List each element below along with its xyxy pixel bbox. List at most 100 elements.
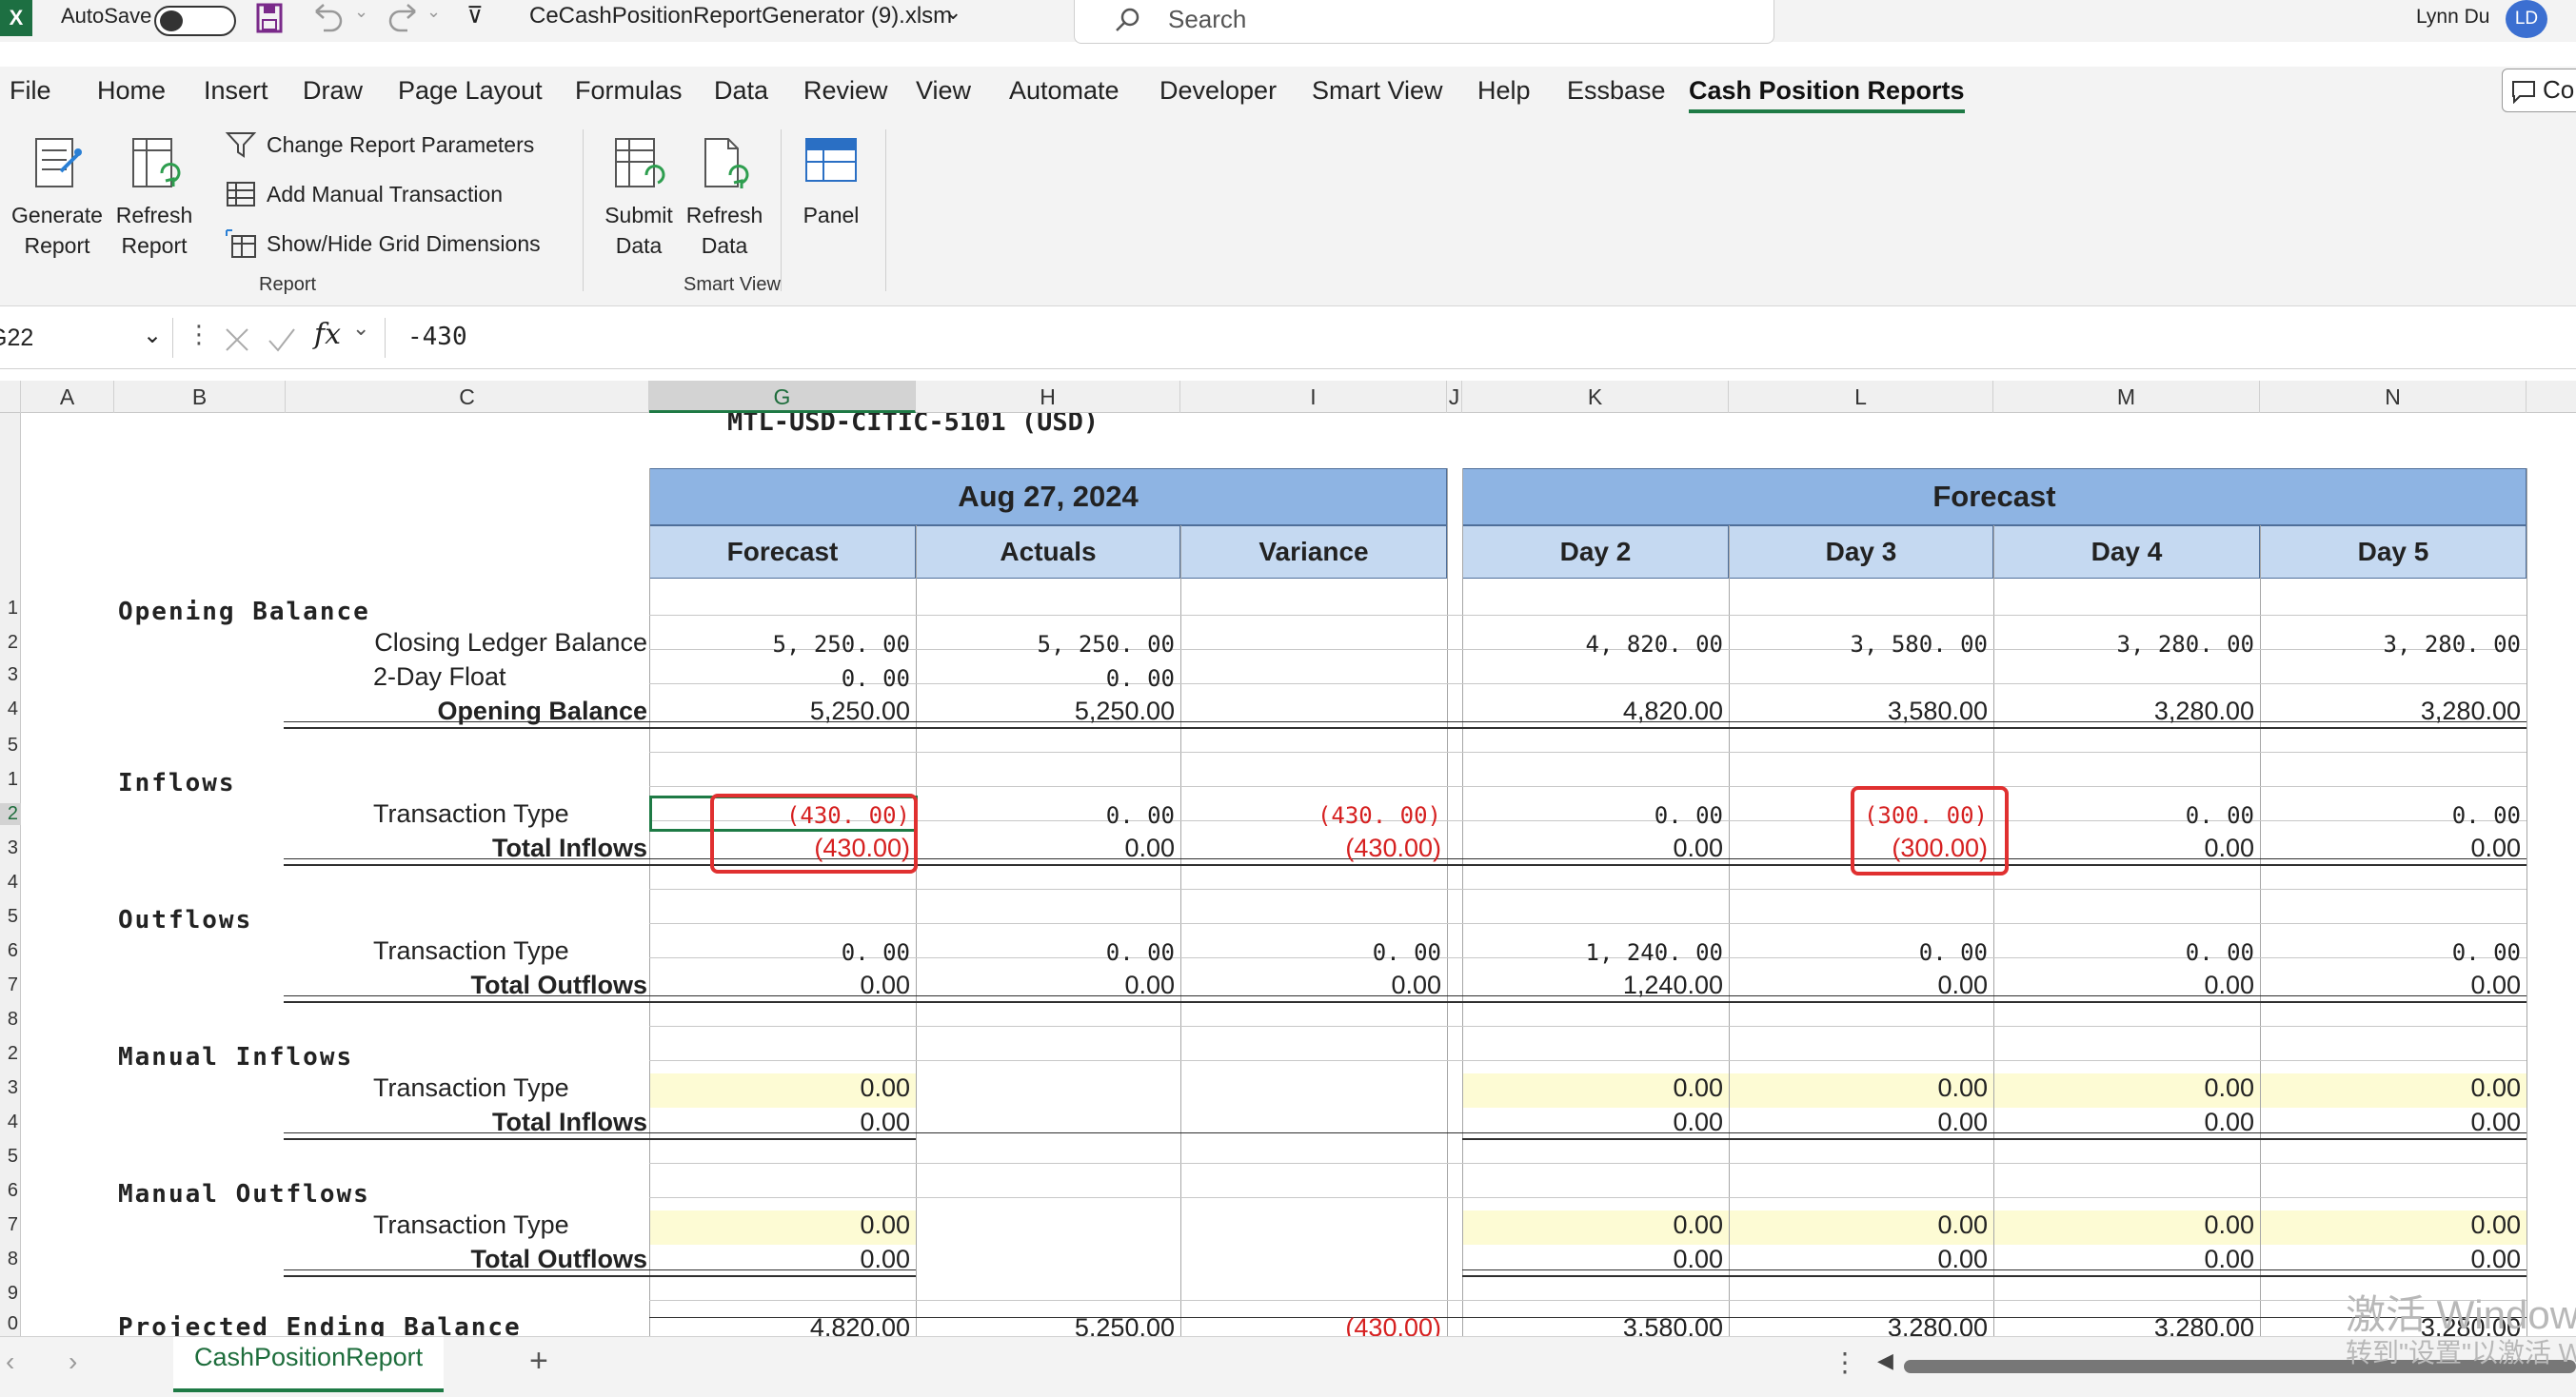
value-cell[interactable]: 3,280.00 [1993, 1313, 2254, 1336]
value-cell[interactable]: 0. 00 [916, 939, 1175, 966]
value-cell[interactable]: 0.00 [649, 971, 910, 1000]
value-cell[interactable]: 0. 00 [916, 802, 1175, 829]
value-cell[interactable]: 0.00 [2260, 1073, 2521, 1103]
sheet-tab-cash-position-report[interactable]: CashPositionReport [173, 1337, 445, 1392]
tab-cash-position-reports[interactable]: Cash Position Reports [1689, 76, 1965, 113]
file-name-chevron-icon[interactable]: ⌄ [944, 0, 961, 25]
value-cell[interactable]: 0.00 [1993, 834, 2254, 863]
row-header[interactable]: 7 [0, 974, 21, 996]
show-hide-grid-dimensions-button[interactable]: Show/Hide Grid Dimensions [225, 228, 541, 259]
value-cell[interactable]: 1,240.00 [1462, 971, 1723, 1000]
row-header[interactable]: 6 [0, 940, 21, 962]
row-header[interactable]: 2 [0, 803, 21, 825]
value-cell[interactable]: 0.00 [649, 1210, 910, 1240]
row-header[interactable]: 8 [0, 1009, 21, 1031]
submit-data-button[interactable]: Submit Data [596, 133, 682, 261]
value-cell[interactable]: 0. 00 [649, 665, 910, 692]
value-cell[interactable]: 3,280.00 [2260, 697, 2521, 726]
value-cell[interactable]: 0.00 [1180, 971, 1441, 1000]
change-report-parameters-button[interactable]: Change Report Parameters [225, 129, 534, 160]
column-header-k[interactable]: K [1462, 381, 1729, 413]
more-options-icon[interactable]: ⋮ [187, 320, 211, 349]
tab-developer[interactable]: Developer [1159, 76, 1277, 106]
save-icon[interactable] [255, 2, 284, 34]
value-cell[interactable]: 3, 280. 00 [2260, 631, 2522, 658]
add-manual-transaction-button[interactable]: Add Manual Transaction [225, 179, 503, 209]
value-cell[interactable]: 0. 00 [1729, 939, 1988, 966]
value-cell[interactable]: 0. 00 [1180, 939, 1441, 966]
row-header[interactable]: 3 [0, 837, 21, 859]
value-cell[interactable]: 5,250.00 [649, 697, 910, 726]
value-cell[interactable]: 0.00 [1993, 1073, 2254, 1103]
value-cell[interactable]: 0.00 [1462, 834, 1723, 863]
row-header[interactable]: 1 [0, 769, 21, 791]
search-box[interactable]: Search [1074, 0, 1774, 44]
value-cell[interactable]: 0. 00 [1993, 939, 2254, 966]
select-all-corner[interactable] [0, 381, 21, 413]
refresh-report-button[interactable]: Refresh Report [107, 133, 202, 261]
user-name[interactable]: Lynn Du [2416, 6, 2489, 29]
value-cell[interactable]: 0. 00 [916, 665, 1175, 692]
value-cell[interactable]: 0.00 [2260, 1108, 2521, 1137]
value-cell[interactable]: 0.00 [916, 834, 1175, 863]
row-header[interactable]: 2 [0, 632, 21, 654]
row-header[interactable]: 4 [0, 1112, 21, 1133]
value-cell[interactable]: 0.00 [2260, 1210, 2521, 1240]
add-sheet-icon[interactable]: + [529, 1343, 548, 1380]
value-cell[interactable]: 0.00 [1729, 1073, 1988, 1103]
value-cell[interactable]: 0. 00 [2260, 802, 2521, 829]
row-header[interactable]: 9 [0, 1283, 21, 1305]
scroll-tabs-left-icon[interactable]: ‹ [6, 1347, 14, 1377]
value-cell[interactable]: 0.00 [1729, 971, 1988, 1000]
column-header-i[interactable]: I [1180, 381, 1447, 413]
refresh-data-button[interactable]: Refresh Data [682, 133, 767, 261]
row-header[interactable]: 0 [0, 1313, 21, 1335]
column-header-m[interactable]: M [1993, 381, 2260, 413]
value-cell[interactable]: 0. 00 [1462, 802, 1723, 829]
value-cell[interactable]: 0.00 [1462, 1210, 1723, 1240]
undo-dropdown-icon[interactable]: ⌄ [354, 2, 368, 22]
formula-input[interactable]: -430 [407, 323, 467, 351]
value-cell[interactable]: 0.00 [1993, 1245, 2254, 1274]
value-cell[interactable]: 0.00 [2260, 971, 2521, 1000]
scroll-left-icon[interactable]: ◀ [1877, 1348, 1893, 1373]
autosave-toggle[interactable] [154, 6, 236, 36]
column-header-c[interactable]: C [286, 381, 649, 413]
value-cell[interactable]: 0.00 [649, 1073, 910, 1103]
value-cell[interactable]: 0. 00 [2260, 939, 2521, 966]
value-cell[interactable]: (430.00) [1180, 834, 1441, 863]
value-cell[interactable]: 3, 580. 00 [1729, 631, 1989, 658]
column-header-l[interactable]: L [1729, 381, 1993, 413]
row-header[interactable]: 5 [0, 906, 21, 928]
row-header[interactable]: 5 [0, 1146, 21, 1168]
value-cell[interactable]: 3,580.00 [1462, 1313, 1723, 1336]
formula-expand-icon[interactable]: ⌄ [352, 316, 369, 341]
value-cell[interactable]: 3,280.00 [1993, 697, 2254, 726]
column-header-j[interactable]: J [1447, 381, 1462, 413]
value-cell[interactable]: (430. 00) [1180, 802, 1441, 829]
tab-essbase[interactable]: Essbase [1567, 76, 1666, 106]
redo-dropdown-icon[interactable]: ⌄ [426, 2, 441, 22]
value-cell[interactable]: 0.00 [1462, 1245, 1723, 1274]
row-header[interactable]: 3 [0, 664, 21, 686]
value-cell[interactable]: 5,250.00 [916, 697, 1175, 726]
value-cell[interactable]: 0.00 [1462, 1073, 1723, 1103]
file-name[interactable]: CeCashPositionReportGenerator (9).xlsm [529, 3, 952, 30]
value-cell[interactable]: 0.00 [2260, 1245, 2521, 1274]
tab-help[interactable]: Help [1477, 76, 1531, 106]
tab-draw[interactable]: Draw [303, 76, 363, 106]
panel-button[interactable]: Panel [788, 133, 874, 230]
value-cell[interactable]: 1, 240. 00 [1462, 939, 1724, 966]
value-cell[interactable]: 0. 00 [1993, 802, 2254, 829]
value-cell[interactable]: 0.00 [1462, 1108, 1723, 1137]
row-header[interactable]: 4 [0, 698, 21, 720]
value-cell[interactable]: 0.00 [1729, 1245, 1988, 1274]
tab-insert[interactable]: Insert [204, 76, 268, 106]
value-cell[interactable]: (430.00) [1180, 1313, 1441, 1336]
row-header[interactable]: 4 [0, 872, 21, 894]
worksheet-grid[interactable]: 1 2 3 4 5 1 2 3 4 5 6 7 8 2 3 4 5 6 7 8 … [0, 413, 2576, 1336]
value-cell[interactable]: 0.00 [1729, 1108, 1988, 1137]
value-cell[interactable]: 4, 820. 00 [1462, 631, 1724, 658]
column-header-a[interactable]: A [21, 381, 114, 413]
value-cell[interactable]: 3,280.00 [1729, 1313, 1988, 1336]
